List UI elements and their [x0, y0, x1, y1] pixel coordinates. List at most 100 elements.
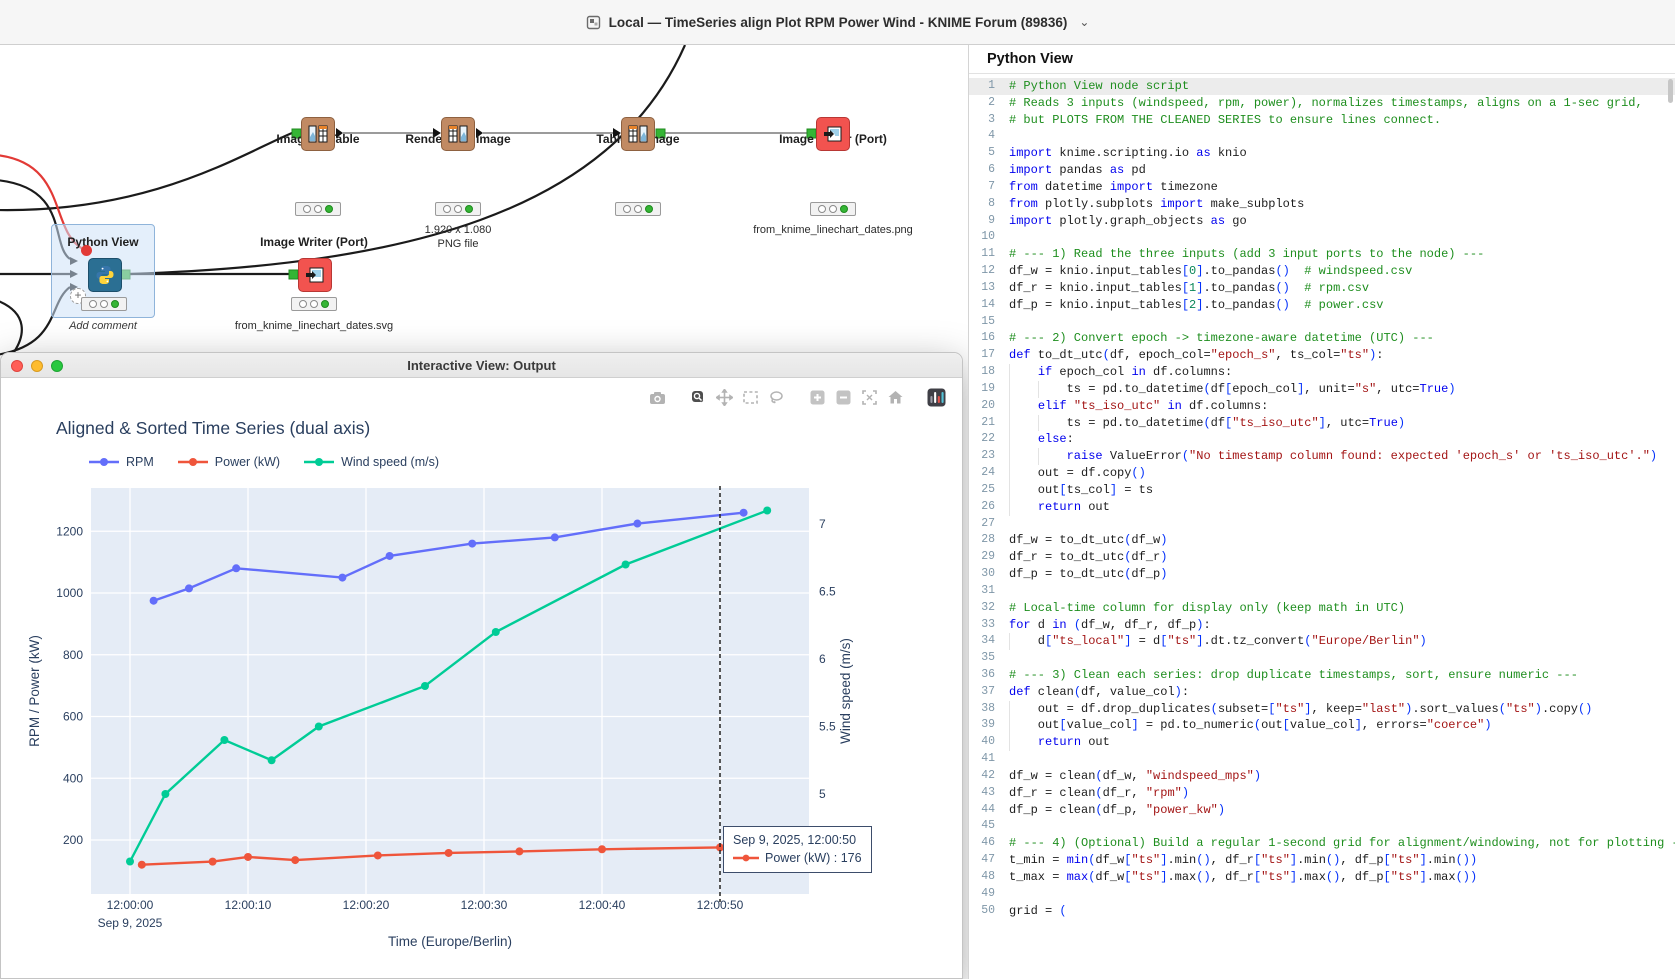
node-python-view[interactable]: [88, 258, 122, 292]
svg-text:6.5: 6.5: [819, 585, 836, 599]
line-number: 14: [969, 297, 995, 314]
line-number: 18: [969, 364, 995, 381]
code-line: 32# Local-time column for display only (…: [969, 600, 1675, 617]
code-editor[interactable]: 1# Python View node script2# Reads 3 inp…: [969, 74, 1675, 919]
line-number: 40: [969, 734, 995, 751]
table-to-image-icon: [627, 123, 649, 145]
line-number: 13: [969, 280, 995, 297]
svg-text:800: 800: [63, 648, 83, 662]
code-line: 30df_p = to_dt_utc(df_p): [969, 566, 1675, 583]
line-number: 50: [969, 903, 995, 920]
code-line: 24 out = df.copy(): [969, 465, 1675, 482]
line-number: 44: [969, 802, 995, 819]
chart-tooltip: Sep 9, 2025, 12:00:50 Power (kW) : 176: [723, 826, 872, 873]
code-line: 40 return out: [969, 734, 1675, 751]
chevron-down-icon[interactable]: ⌄: [1079, 15, 1089, 29]
line-number: 37: [969, 684, 995, 701]
tooltip-date: Sep 9, 2025, 12:00:50: [733, 831, 862, 849]
node-comment[interactable]: Add comment: [69, 320, 137, 332]
code-line: 5import knime.scripting.io as knio: [969, 145, 1675, 162]
python-view-panel: Python View 1# Python View node script2#…: [968, 45, 1675, 979]
code-line: 22 else:: [969, 431, 1675, 448]
code-line: 10: [969, 229, 1675, 246]
svg-text:400: 400: [63, 771, 83, 785]
node-image-to-table[interactable]: [301, 117, 335, 151]
code-line: 47t_min = min(df_w["ts"].min(), df_r["ts…: [969, 852, 1675, 869]
code-line: 37def clean(df, value_col):: [969, 684, 1675, 701]
minimize-button[interactable]: [31, 360, 43, 372]
line-number: 4: [969, 128, 995, 145]
interactive-view-titlebar[interactable]: Interactive View: Output: [1, 353, 962, 378]
line-number: 27: [969, 516, 995, 533]
line-number: 42: [969, 768, 995, 785]
node-status-image-writer-svg: [291, 297, 337, 311]
svg-text:1200: 1200: [56, 524, 83, 538]
line-number: 26: [969, 499, 995, 516]
svg-text:7: 7: [819, 517, 826, 531]
editor-scrollbar[interactable]: [1668, 79, 1673, 103]
code-line: 28df_w = to_dt_utc(df_w): [969, 532, 1675, 549]
code-line: 2# Reads 3 inputs (windspeed, rpm, power…: [969, 95, 1675, 112]
node-image-writer-svg[interactable]: [298, 258, 332, 292]
code-line: 31: [969, 583, 1675, 600]
line-number: 31: [969, 583, 995, 600]
code-line: 39 out[value_col] = pd.to_numeric(out[va…: [969, 717, 1675, 734]
svg-text:5: 5: [819, 787, 826, 801]
node-status-image-writer-png: [810, 202, 856, 216]
application-window: Local — TimeSeries align Plot RPM Power …: [0, 0, 1675, 979]
node-image-writer-png[interactable]: [816, 117, 850, 151]
svg-text:RPM / Power (kW): RPM / Power (kW): [27, 635, 42, 747]
line-number: 38: [969, 701, 995, 718]
image-to-table-icon: [307, 123, 329, 145]
svg-text:1000: 1000: [56, 586, 83, 600]
line-number: 35: [969, 650, 995, 667]
node-label-image-writer-svg: Image Writer (Port): [260, 235, 368, 249]
line-number: 12: [969, 263, 995, 280]
line-number: 23: [969, 448, 995, 465]
node-renderer-to-image[interactable]: [441, 117, 475, 151]
code-line: 50grid = (: [969, 903, 1675, 920]
line-number: 43: [969, 785, 995, 802]
node-label-python-view: Python View: [67, 235, 138, 249]
maximize-button[interactable]: [51, 360, 63, 372]
code-line: 18 if epoch_col in df.columns:: [969, 364, 1675, 381]
line-number: 45: [969, 818, 995, 835]
line-number: 24: [969, 465, 995, 482]
code-line: 33for d in (df_w, df_r, df_p):: [969, 617, 1675, 634]
node-status-table-to-image: [615, 202, 661, 216]
code-line: 11# --- 1) Read the three inputs (add 3 …: [969, 246, 1675, 263]
app-title: Local — TimeSeries align Plot RPM Power …: [609, 15, 1068, 30]
node-table-to-image[interactable]: [621, 117, 655, 151]
code-line: 17def to_dt_utc(df, epoch_col="epoch_s",…: [969, 347, 1675, 364]
code-line: 6import pandas as pd: [969, 162, 1675, 179]
line-number: 21: [969, 415, 995, 432]
code-line: 3# but PLOTS FROM THE CLEANED SERIES to …: [969, 112, 1675, 129]
line-number: 49: [969, 886, 995, 903]
code-line: 27: [969, 516, 1675, 533]
line-number: 5: [969, 145, 995, 162]
line-number: 29: [969, 549, 995, 566]
renderer-to-image-icon: [447, 123, 469, 145]
svg-text:Time (Europe/Berlin): Time (Europe/Berlin): [388, 934, 512, 949]
code-line: 35: [969, 650, 1675, 667]
close-button[interactable]: [11, 360, 23, 372]
code-line: 42df_w = clean(df_w, "windspeed_mps"): [969, 768, 1675, 785]
code-line: 49: [969, 886, 1675, 903]
line-number: 30: [969, 566, 995, 583]
python-icon: [94, 264, 116, 286]
code-line: 48t_max = max(df_w["ts"].max(), df_r["ts…: [969, 869, 1675, 886]
svg-text:12:00:30: 12:00:30: [461, 898, 508, 912]
line-number: 36: [969, 667, 995, 684]
code-line: 45: [969, 818, 1675, 835]
image-writer-icon: [822, 123, 844, 145]
node-status-image-to-table: [295, 202, 341, 216]
code-panel-title: Python View: [969, 45, 1675, 74]
code-line: 23 raise ValueError("No timestamp column…: [969, 448, 1675, 465]
image-writer-icon: [304, 264, 326, 286]
svg-text:12:00:00: 12:00:00: [107, 898, 154, 912]
node-status-python-view: [81, 297, 127, 311]
code-line: 26 return out: [969, 499, 1675, 516]
code-line: 13df_r = knio.input_tables[1].to_pandas(…: [969, 280, 1675, 297]
line-number: 9: [969, 213, 995, 230]
line-number: 34: [969, 633, 995, 650]
